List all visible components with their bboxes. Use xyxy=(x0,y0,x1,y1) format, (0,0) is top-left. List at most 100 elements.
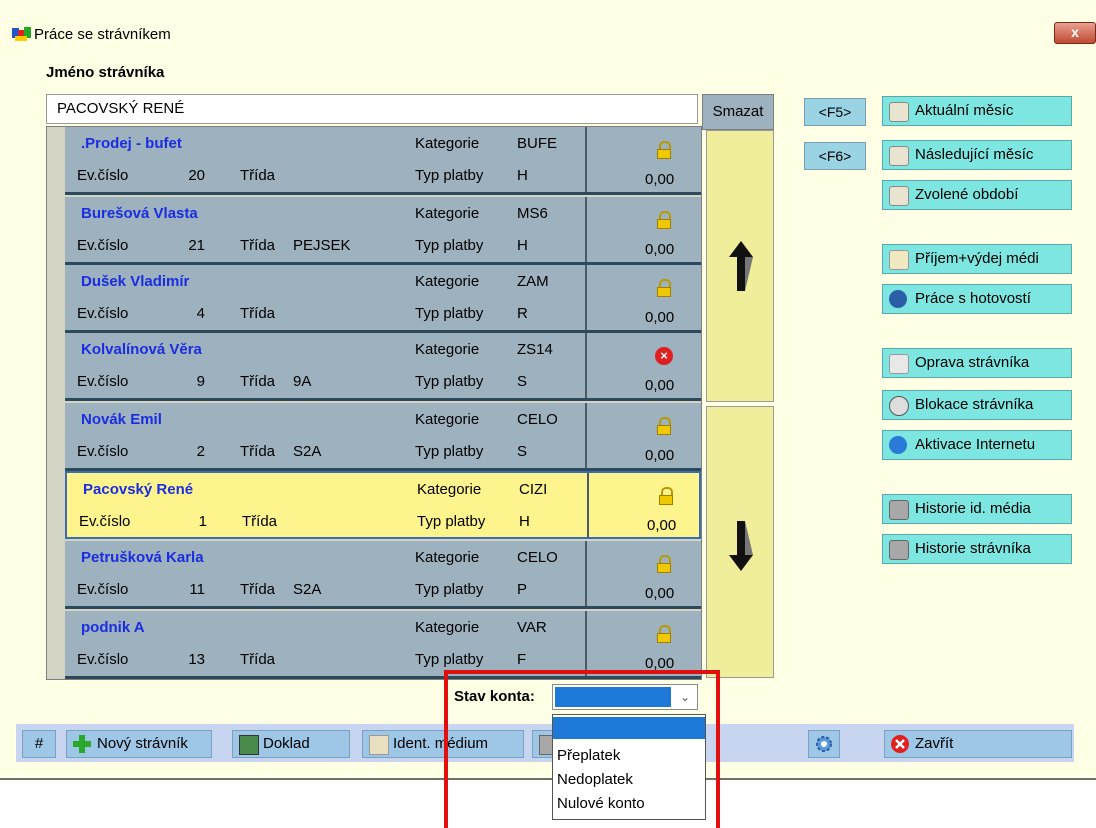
name-label: Jméno strávníka xyxy=(46,64,165,81)
table-row[interactable]: Pacovský René Ev.číslo 1 Třída Kategorie CIZI… xyxy=(65,471,701,539)
payment-type-value: P xyxy=(517,581,528,598)
balance-amount: 0,00 xyxy=(645,309,675,326)
new-diner-label: Nový strávník xyxy=(97,735,188,752)
diner-name: Novák Emil xyxy=(81,411,162,428)
balance-amount: 0,00 xyxy=(645,171,675,188)
class-label: Třída xyxy=(242,513,278,530)
close-window-button[interactable]: Zavřít xyxy=(884,730,1072,758)
hash-button[interactable]: # xyxy=(22,730,56,758)
receipt-label: Doklad xyxy=(263,735,310,752)
current-month-button[interactable]: Aktuální měsíc xyxy=(882,96,1072,126)
media-history-button[interactable]: Historie id. média xyxy=(882,494,1072,524)
ev-label: Ev.číslo xyxy=(77,237,129,254)
diner-list: .Prodej - bufet Ev.číslo 20 Třída Kategorie B… xyxy=(46,126,702,680)
clear-button[interactable]: Smazat xyxy=(702,94,774,130)
column-divider xyxy=(585,197,587,262)
diner-history-button[interactable]: Historie strávníka xyxy=(882,534,1072,564)
close-button[interactable]: x xyxy=(1054,22,1096,44)
table-row[interactable]: Kolvalínová Věra Ev.číslo 9 Třída 9A Kategori… xyxy=(65,333,701,401)
block-diner-button[interactable]: Blokace strávníka xyxy=(882,390,1072,420)
ev-label: Ev.číslo xyxy=(77,443,129,460)
name-search-input[interactable]: PACOVSKÝ RENÉ xyxy=(46,94,698,124)
payment-type-value: H xyxy=(519,513,530,530)
table-row[interactable]: .Prodej - bufet Ev.číslo 20 Třída Kategorie B… xyxy=(65,127,701,195)
lock-icon xyxy=(657,555,671,573)
diner-name: Dušek Vladimír xyxy=(81,273,190,290)
scroll-down-button[interactable] xyxy=(706,406,774,678)
ev-label: Ev.číslo xyxy=(79,513,131,530)
internet-activation-button[interactable]: Aktivace Internetu xyxy=(882,430,1072,460)
arrow-down-icon xyxy=(729,521,753,571)
payment-type-label: Typ platby xyxy=(415,167,484,184)
column-divider xyxy=(585,611,587,676)
payment-type-value: S xyxy=(517,443,528,460)
payment-type-value: H xyxy=(517,167,528,184)
class-label: Třída xyxy=(240,167,276,184)
payment-type-label: Typ platby xyxy=(415,237,484,254)
column-divider xyxy=(585,265,587,330)
table-row[interactable]: podnik A Ev.číslo 13 Třída Kategorie VAR Typ p… xyxy=(65,611,701,679)
blocked-icon: × xyxy=(655,347,673,365)
edit-diner-button[interactable]: Oprava strávníka xyxy=(882,348,1072,378)
media-issue-button[interactable]: Příjem+výdej médi xyxy=(882,244,1072,274)
ev-number: 9 xyxy=(196,373,205,390)
receipt-button[interactable]: Doklad xyxy=(232,730,350,758)
category-label: Kategorie xyxy=(415,619,480,636)
balance-amount: 0,00 xyxy=(645,241,675,258)
payment-type-label: Typ platby xyxy=(415,305,484,322)
class-label: Třída xyxy=(240,373,276,390)
ev-number: 1 xyxy=(198,513,207,530)
payment-type-label: Typ platby xyxy=(415,443,484,460)
internet-activation-label: Aktivace Internetu xyxy=(915,436,1036,453)
class-value: PEJSEK xyxy=(293,237,351,254)
balance-amount: 0,00 xyxy=(645,447,675,464)
card-icon xyxy=(889,250,909,270)
option-empty[interactable] xyxy=(553,717,705,739)
scroll-up-button[interactable] xyxy=(706,130,774,402)
ev-number: 21 xyxy=(188,237,205,254)
payment-type-value: H xyxy=(517,237,528,254)
ident-media-button[interactable]: Ident. médium xyxy=(362,730,524,758)
selected-period-label: Zvolené období xyxy=(915,186,1019,203)
chevron-down-icon[interactable]: ⌄ xyxy=(675,687,695,707)
history-icon xyxy=(889,540,909,560)
table-row[interactable]: Petrušková Karla Ev.číslo 11 Třída S2A Katego… xyxy=(65,541,701,609)
gear-icon xyxy=(815,735,833,753)
ev-label: Ev.číslo xyxy=(77,651,129,668)
column-divider xyxy=(585,403,587,468)
table-row[interactable]: Burešová Vlasta Ev.číslo 21 Třída PEJSEK Kate… xyxy=(65,197,701,265)
option-nedoplatek[interactable]: Nedoplatek xyxy=(553,769,705,791)
category-label: Kategorie xyxy=(417,481,482,498)
category-label: Kategorie xyxy=(415,205,480,222)
ev-label: Ev.číslo xyxy=(77,305,129,322)
cash-button[interactable]: Práce s hotovostí xyxy=(882,284,1072,314)
option-preplatek[interactable]: Přeplatek xyxy=(553,745,705,767)
ev-label: Ev.číslo xyxy=(77,581,129,598)
balance-amount: 0,00 xyxy=(647,517,677,534)
category-label: Kategorie xyxy=(415,273,480,290)
diner-name: .Prodej - bufet xyxy=(81,135,182,152)
payment-type-value: R xyxy=(517,305,528,322)
diner-name: Pacovský René xyxy=(83,481,194,498)
f5-button[interactable]: <F5> xyxy=(804,98,866,126)
option-nulove-konto[interactable]: Nulové konto xyxy=(553,793,705,815)
lock-icon xyxy=(657,279,671,297)
cash-label: Práce s hotovostí xyxy=(915,290,1031,307)
table-row[interactable]: Novák Emil Ev.číslo 2 Třída S2A Kategorie CELO… xyxy=(65,403,701,471)
new-diner-button[interactable]: Nový strávník xyxy=(66,730,212,758)
app-icon xyxy=(12,26,32,42)
selected-period-button[interactable]: Zvolené období xyxy=(882,180,1072,210)
next-month-button[interactable]: Následující měsíc xyxy=(882,140,1072,170)
category-value: VAR xyxy=(517,619,547,636)
settings-button[interactable] xyxy=(808,730,840,758)
account-state-select[interactable]: ⌄ xyxy=(552,684,698,710)
ident-media-label: Ident. médium xyxy=(393,735,489,752)
ev-label: Ev.číslo xyxy=(77,167,129,184)
table-row[interactable]: Dušek Vladimír Ev.číslo 4 Třída Kategorie ZAM… xyxy=(65,265,701,333)
diner-name: podnik A xyxy=(81,619,145,636)
column-divider xyxy=(585,541,587,606)
lock-icon xyxy=(657,417,671,435)
class-label: Třída xyxy=(240,651,276,668)
media-issue-label: Příjem+výdej médi xyxy=(915,250,1039,267)
f6-button[interactable]: <F6> xyxy=(804,142,866,170)
